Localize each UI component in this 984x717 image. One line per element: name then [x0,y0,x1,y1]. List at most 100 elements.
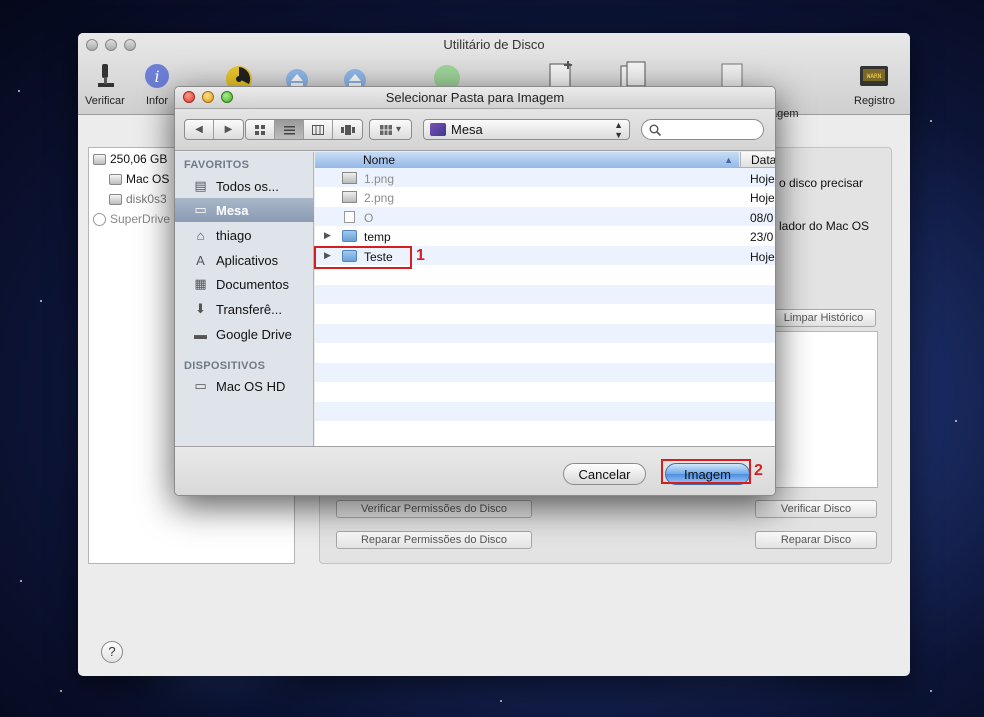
disk-list-item[interactable]: disk0s3 [109,192,167,206]
star [20,580,22,582]
step1-label: 1 [416,247,425,264]
coverflow-view-button[interactable] [333,120,362,139]
sidebar-item-applications[interactable]: A Aplicativos [175,248,314,272]
repair-disk-button[interactable]: Reparar Disco [755,531,877,549]
clear-history-button[interactable]: Limpar Histórico [771,309,876,327]
star [955,420,957,422]
desktop-icon: ▭ [194,202,207,217]
location-popup[interactable]: Mesa ▲ ▼ [423,119,630,140]
info-text: o disco precisar [779,176,864,190]
info-icon: i [145,64,169,88]
sidebar-item-desktop[interactable]: ▭ Mesa [175,198,314,222]
folder-row[interactable]: ▶ temp 23/0 [315,227,775,246]
star [60,690,62,692]
star [500,700,502,702]
document-icon [344,211,355,223]
row-stripe [315,324,775,344]
file-row[interactable]: 2.png Hoje [315,188,775,207]
log-icon: WARN [860,66,889,86]
dialog-title: Selecionar Pasta para Imagem [385,90,565,105]
disk-list-item[interactable]: Mac OS [109,172,169,186]
image-file-icon [342,191,357,203]
dialog-toolbar: ◀ ▶ ▾ Mesa ▲ ▼ [175,109,775,151]
help-button[interactable]: ? [101,641,123,663]
column-header-date[interactable]: Data [740,152,775,168]
icon-view-icon [254,124,265,135]
row-stripe [315,285,775,305]
column-header-name[interactable]: Nome ▲ [315,152,739,168]
arrange-button[interactable]: ▾ [369,119,412,140]
repair-permissions-button[interactable]: Reparar Permissões do Disco [336,531,532,549]
coverflow-view-icon [340,124,355,135]
info-text: lador do Mac OS [779,219,870,233]
all-files-icon: ▤ [194,178,207,193]
navigation-buttons: ◀ ▶ [184,119,244,140]
search-icon [649,124,661,136]
verify-permissions-button[interactable]: Verificar Permissões do Disco [336,500,532,518]
star [40,300,42,302]
search-field[interactable] [641,119,764,140]
row-stripe [315,402,775,422]
volume-icon [109,193,122,205]
hard-drive-icon: ▭ [194,378,207,393]
toolbar-log-button[interactable]: WARN Registro [854,61,895,107]
file-list: Nome ▲ Data 1.png Hoje 2.png Hoje O 08/0… [315,152,775,446]
window-title: Utilitário de Disco [443,37,545,52]
verify-disk-button[interactable]: Verificar Disco [755,500,877,518]
sidebar-item-documents[interactable]: ▦ Documentos [175,272,314,296]
favorites-header: FAVORITOS [184,159,250,171]
image-file-icon [342,172,357,184]
file-row[interactable]: O 08/0 [315,208,775,227]
toolbar-info-button[interactable]: i Infor [142,61,172,107]
sidebar-item-all-files[interactable]: ▤ Todos os... [175,174,314,198]
sort-ascending-icon: ▲ [724,155,733,165]
select-folder-dialog: Selecionar Pasta para Imagem ◀ ▶ ▾ Mesa … [174,86,776,496]
back-button[interactable]: ◀ [185,120,214,139]
column-view-icon [312,124,324,135]
list-header: Nome ▲ Data [315,152,775,168]
desktop-folder-icon [430,123,446,136]
toolbar-verify-button[interactable]: Verificar [85,61,125,107]
row-stripe [315,363,775,383]
step2-label: 2 [754,462,763,479]
folder-icon: ▬ [194,326,207,342]
microscope-icon [97,64,114,87]
star [930,120,932,122]
chevron-down-icon: ▾ [395,124,402,135]
highlight-box-step2 [661,459,751,484]
star [930,690,932,692]
dialog-titlebar: Selecionar Pasta para Imagem [175,87,775,109]
devices-header: DISPOSITIVOS [184,360,266,372]
icon-view-button[interactable] [246,120,275,139]
disk-list-item[interactable]: SuperDrive [93,212,170,226]
sidebar-item-google-drive[interactable]: ▬ Google Drive [175,322,314,346]
file-row[interactable]: 1.png Hoje [315,169,775,188]
folder-icon [342,230,357,242]
sidebar-item-home[interactable]: ⌂ thiago [175,223,314,247]
arrange-grid-icon [379,124,392,135]
applications-icon: A [196,252,205,268]
svg-text:i: i [154,67,159,86]
view-mode-buttons [245,119,363,140]
highlight-box-step1 [314,246,412,269]
list-view-button[interactable] [275,120,304,139]
updown-arrows-icon: ▲ ▼ [614,119,623,140]
home-icon: ⌂ [196,227,205,243]
sidebar-item-mac-os-hd[interactable]: ▭ Mac OS HD [175,374,314,398]
arrange-button-content: ▾ [370,120,411,139]
list-view-icon [283,125,295,134]
history-log [771,331,878,488]
star [18,90,20,92]
optical-drive-icon [93,212,106,226]
column-view-button[interactable] [304,120,333,139]
disk-list-item[interactable]: 250,06 GB [93,152,167,166]
disclosure-triangle-icon[interactable]: ▶ [324,230,331,241]
svg-text:WARN: WARN [867,73,882,80]
location-popup-label: Mesa [451,122,483,137]
dialog-sidebar: FAVORITOS ▤ Todos os... ▭ Mesa ⌂ thiago … [175,152,314,446]
sidebar-item-downloads[interactable]: ⬇ Transferê... [175,297,314,321]
cancel-button[interactable]: Cancelar [563,463,646,485]
forward-button[interactable]: ▶ [214,120,243,139]
downloads-icon: ⬇ [195,301,206,316]
hard-drive-icon [93,153,106,165]
